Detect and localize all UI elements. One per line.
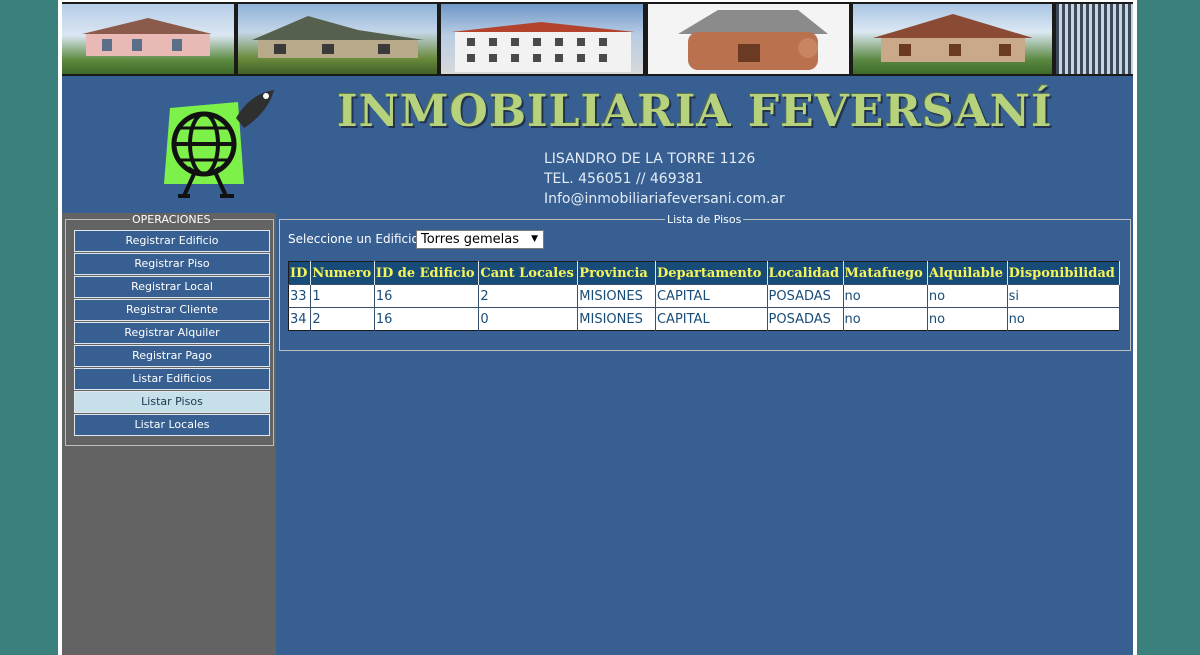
brand-title: INMOBILIARIA FEVERSANÍ bbox=[337, 86, 1053, 137]
photo-banner bbox=[62, 2, 1133, 76]
column-header: ID de Edificio bbox=[374, 261, 480, 285]
column-header: Localidad bbox=[767, 261, 844, 285]
table-header-row: ID Numero ID de Edificio Cant Locales Provin… bbox=[288, 261, 1121, 285]
company-email: Info@inmobiliariafeversani.com.ar bbox=[544, 191, 785, 207]
table-cell: no bbox=[1007, 307, 1121, 331]
select-building-label: Seleccione un Edificio: bbox=[288, 232, 423, 246]
table-cell: 2 bbox=[478, 284, 579, 308]
menu-item-registrar-edificio[interactable]: Registrar Edificio bbox=[74, 230, 270, 252]
menu-item-listar-edificios[interactable]: Listar Edificios bbox=[74, 368, 270, 390]
table-cell: CAPITAL bbox=[655, 284, 768, 308]
house-photo-1-art bbox=[82, 18, 212, 56]
table-cell: POSADAS bbox=[767, 284, 844, 308]
column-header: Provincia bbox=[577, 261, 656, 285]
column-header: Alquilable bbox=[927, 261, 1008, 285]
table-row: 34 2 16 0 MISIONES CAPITAL POSADAS no no no bbox=[288, 307, 1121, 331]
table-cell: 0 bbox=[478, 307, 579, 331]
globe-mascot-logo-icon bbox=[164, 90, 274, 198]
lista-pisos-legend: Lista de Pisos bbox=[667, 213, 742, 226]
menu-item-registrar-piso[interactable]: Registrar Piso bbox=[74, 253, 270, 275]
menu-item-registrar-pago[interactable]: Registrar Pago bbox=[74, 345, 270, 367]
table-cell: MISIONES bbox=[577, 284, 656, 308]
company-phone: TEL. 456051 // 469381 bbox=[544, 171, 704, 187]
menu-item-registrar-local[interactable]: Registrar Local bbox=[74, 276, 270, 298]
table-body: 33 1 16 2 MISIONES CAPITAL POSADAS no no si 34 2 16 0… bbox=[288, 284, 1121, 331]
logo bbox=[158, 88, 282, 202]
column-header: Numero bbox=[310, 261, 375, 285]
table-cell: no bbox=[927, 284, 1008, 308]
table-cell: 33 bbox=[288, 284, 312, 308]
operations-legend: OPERACIONES bbox=[132, 213, 211, 226]
house-photo-2 bbox=[238, 4, 437, 74]
building-photo bbox=[441, 4, 643, 74]
table-cell: 16 bbox=[374, 284, 480, 308]
piggy-bank-house-photo bbox=[648, 4, 849, 74]
building-select-value: Torres gemelas bbox=[421, 232, 520, 247]
table-cell: no bbox=[843, 307, 928, 331]
table-cell: POSADAS bbox=[767, 307, 844, 331]
building-select[interactable]: Torres gemelas ▼ bbox=[416, 230, 544, 249]
menu-item-registrar-cliente[interactable]: Registrar Cliente bbox=[74, 299, 270, 321]
table-cell: 1 bbox=[310, 284, 375, 308]
house-photo-3-art bbox=[873, 14, 1033, 62]
table-row: 33 1 16 2 MISIONES CAPITAL POSADAS no no si bbox=[288, 284, 1121, 308]
column-header: Cant Locales bbox=[478, 261, 579, 285]
chevron-down-icon: ▼ bbox=[531, 234, 538, 244]
company-address: LISANDRO DE LA TORRE 1126 bbox=[544, 151, 756, 167]
table-cell: no bbox=[843, 284, 928, 308]
column-header: Matafuego bbox=[843, 261, 928, 285]
column-header: Disponibilidad bbox=[1007, 261, 1121, 285]
column-header: ID bbox=[288, 261, 312, 285]
table-cell: 2 bbox=[310, 307, 375, 331]
menu-item-registrar-alquiler[interactable]: Registrar Alquiler bbox=[74, 322, 270, 344]
building-photo-art bbox=[451, 22, 635, 72]
table-cell: si bbox=[1007, 284, 1121, 308]
menu-item-listar-pisos[interactable]: Listar Pisos bbox=[74, 391, 270, 413]
house-photo-2-art bbox=[252, 16, 424, 58]
glass-building-photo bbox=[1056, 4, 1133, 74]
house-photo-3 bbox=[853, 4, 1052, 74]
house-photo-1 bbox=[62, 4, 234, 74]
piggy-bank-house-photo-art bbox=[678, 10, 828, 70]
table-cell: MISIONES bbox=[577, 307, 656, 331]
menu-item-listar-locales[interactable]: Listar Locales bbox=[74, 414, 270, 436]
table-cell: 34 bbox=[288, 307, 312, 331]
table-cell: 16 bbox=[374, 307, 480, 331]
table-cell: CAPITAL bbox=[655, 307, 768, 331]
pisos-table: ID Numero ID de Edificio Cant Locales Provin… bbox=[288, 261, 1121, 331]
column-header: Departamento bbox=[655, 261, 768, 285]
table-cell: no bbox=[927, 307, 1008, 331]
